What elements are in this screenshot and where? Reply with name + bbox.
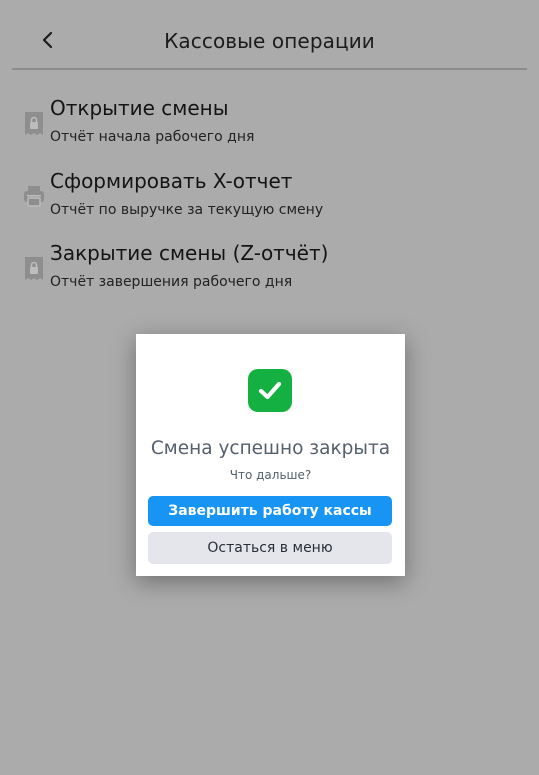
menu-item-title: Закрытие смены (Z-отчёт) bbox=[50, 241, 329, 265]
menu-item-title: Открытие смены bbox=[50, 96, 229, 120]
printer-icon bbox=[22, 182, 46, 210]
success-badge bbox=[248, 369, 292, 412]
menu-item-title: Сформировать X-отчет bbox=[50, 169, 293, 193]
menu-item-description: Отчёт начала рабочего дня bbox=[50, 129, 255, 145]
menu-item-description: Отчёт завершения рабочего дня bbox=[50, 274, 293, 290]
page-title: Кассовые операции bbox=[164, 29, 375, 53]
stay-in-menu-button[interactable]: Остаться в меню bbox=[148, 532, 392, 564]
menu-item-x-report[interactable]: Сформировать X-отчет Отчёт по выручке за… bbox=[20, 169, 519, 227]
finish-work-button[interactable]: Завершить работу кассы bbox=[148, 496, 392, 526]
dialog-title: Смена успешно закрыта bbox=[150, 438, 391, 459]
menu-item-close-shift[interactable]: Закрытие смены (Z-отчёт) Отчёт завершени… bbox=[20, 241, 519, 299]
app-header: Кассовые операции bbox=[12, 0, 527, 70]
check-icon bbox=[258, 381, 282, 400]
menu-item-open-shift[interactable]: Открытие смены Отчёт начала рабочего дня bbox=[20, 96, 519, 154]
receipt-lock-icon bbox=[22, 110, 46, 138]
shift-closed-dialog: Смена успешно закрыта Что дальше? Заверш… bbox=[136, 334, 405, 576]
receipt-lock-icon bbox=[22, 255, 46, 283]
menu-item-description: Отчёт по выручке за текущую смену bbox=[50, 202, 324, 218]
dialog-subtitle: Что дальше? bbox=[229, 468, 312, 482]
